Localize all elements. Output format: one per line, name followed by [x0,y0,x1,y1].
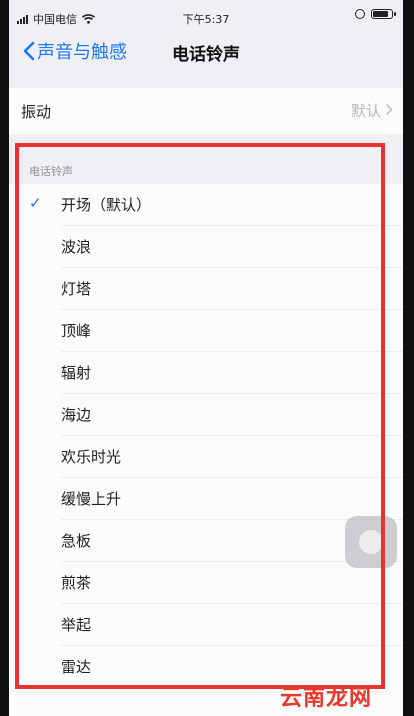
ringtone-row[interactable]: 辐射 [9,352,403,394]
ringtone-name: 雷达 [61,658,92,676]
ringtone-row[interactable]: 波浪 [9,226,403,268]
status-time: 下午5:37 [182,13,230,26]
ringtone-name: 煎茶 [61,574,92,592]
status-right [355,9,396,19]
ringtone-row[interactable]: 欢乐时光 [9,436,403,478]
ringtone-name: 波浪 [61,238,92,256]
ringtone-name: 举起 [61,616,92,634]
ringtone-row[interactable]: 急板 [9,520,403,562]
ringtone-row[interactable]: 煎茶 [9,562,403,604]
ringtone-name: 顶峰 [61,322,92,340]
ringtone-section-header: 电话铃声 [29,165,73,178]
ringtone-name: 海边 [61,406,92,424]
ringtone-name: 灯塔 [61,280,92,298]
vibration-row[interactable]: 振动 默认 [9,88,403,134]
ringtone-row[interactable]: 举起 [9,604,403,646]
phone-screen: 中国电信 下午5:37 声音与触感 电话铃声 振动 默认 电话铃声 ✓ 开场（默… [9,0,403,716]
page-title: 电话铃声 [172,45,240,65]
status-bar: 中国电信 下午5:37 [9,0,403,38]
ringtone-name: 辐射 [61,364,92,382]
watermark: 云南龙网 [280,686,373,711]
chevron-right-icon [385,103,393,116]
ringtone-row[interactable]: 顶峰 [9,310,403,352]
ringtone-row[interactable]: 缓慢上升 [9,478,403,520]
ringtone-list: ✓ 开场（默认） 波浪 灯塔 顶峰 辐射 海边 欢乐时光 缓慢上升 急板 煎茶 … [9,184,403,716]
assistive-touch-button[interactable] [345,516,397,568]
battery-icon [371,9,396,19]
vibration-value: 默认 [350,102,381,120]
vibration-label: 振动 [21,103,52,121]
ringtone-name: 急板 [61,532,92,550]
ringtone-row[interactable]: 灯塔 [9,268,403,310]
rotation-lock-icon [355,9,365,19]
checkmark-icon: ✓ [29,194,42,212]
navigation-bar: 声音与触感 电话铃声 [9,36,403,76]
ringtone-name: 开场（默认） [61,196,152,214]
ringtone-row[interactable]: 海边 [9,394,403,436]
ringtone-name: 缓慢上升 [61,490,122,508]
ringtone-name: 欢乐时光 [61,448,122,466]
ringtone-row[interactable]: ✓ 开场（默认） [9,184,403,226]
